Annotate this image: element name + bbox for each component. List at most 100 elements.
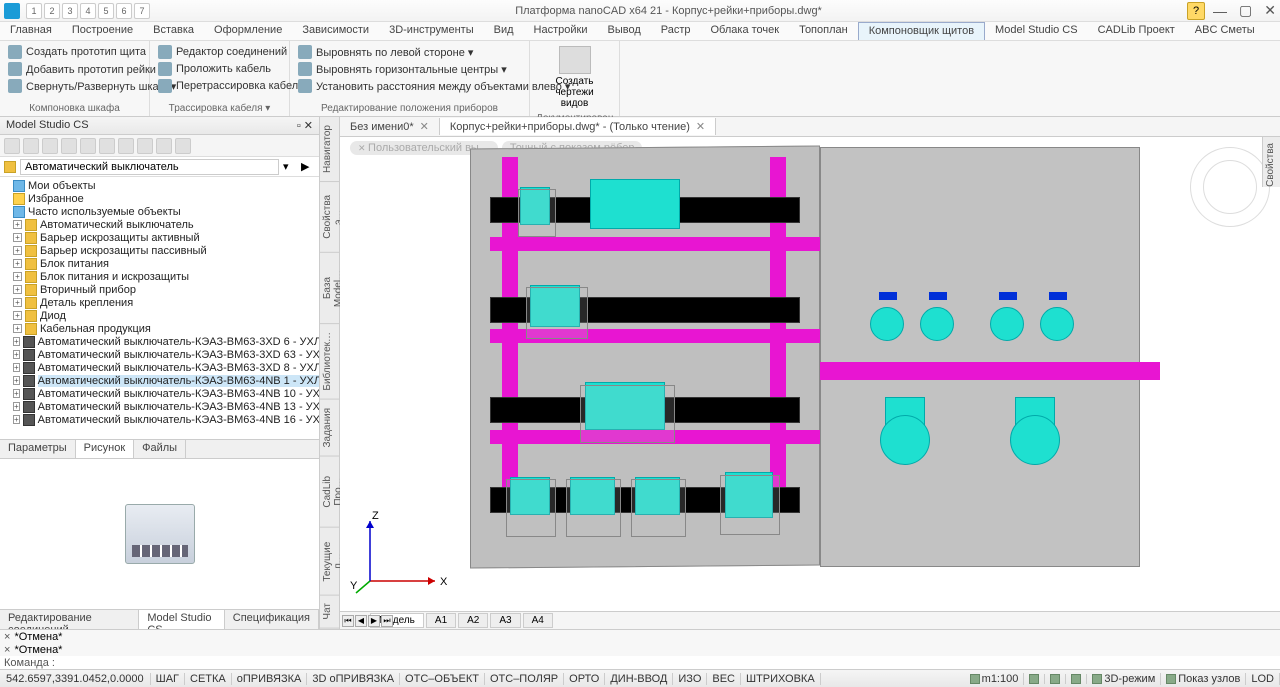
tree-node[interactable]: +Вторичный прибор <box>2 283 317 296</box>
tree-node[interactable]: +Диод <box>2 309 317 322</box>
tree-node[interactable]: +Барьер искрозащиты активный <box>2 231 317 244</box>
retrace-cables-button[interactable]: Перетрассировка кабелей <box>156 78 283 94</box>
status-toggle[interactable]: ОТС–ПОЛЯР <box>485 673 564 685</box>
3d-viewport[interactable]: ✕ Пользовательский вы… Точный с показом … <box>340 137 1280 611</box>
qat-btn[interactable]: 3 <box>62 3 78 19</box>
close-tab-icon[interactable]: ✕ <box>420 120 429 133</box>
property-tab[interactable]: Параметры <box>0 440 76 458</box>
tree-node[interactable]: +Барьер искрозащиты пассивный <box>2 244 317 257</box>
toolbar-button[interactable] <box>118 138 134 154</box>
properties-vtab[interactable]: Свойства <box>1262 137 1280 187</box>
ribbon-tab[interactable]: Оформление <box>204 22 292 40</box>
tab-nav-next[interactable]: ▶ <box>368 615 380 627</box>
toolbar-button[interactable] <box>137 138 153 154</box>
ribbon-tab[interactable]: ABC Сметы <box>1185 22 1265 40</box>
tree-node[interactable]: +Автоматический выключатель-КЭАЗ-ВМ63-4N… <box>2 400 317 413</box>
qat-btn[interactable]: 1 <box>26 3 42 19</box>
status-toggle[interactable]: оПРИВЯЗКА <box>232 673 308 685</box>
property-tab[interactable]: Файлы <box>134 440 186 458</box>
collapse-expand-button[interactable]: Свернуть/Развернуть шкаф ▾ <box>6 78 143 94</box>
status-toggle[interactable]: ШАГ <box>151 673 185 685</box>
qat-btn[interactable]: 4 <box>80 3 96 19</box>
toolbar-button[interactable] <box>61 138 77 154</box>
route-cable-button[interactable]: Проложить кабель <box>156 61 283 77</box>
toolbar-button[interactable] <box>175 138 191 154</box>
show-nodes-button[interactable]: Показ узлов <box>1161 673 1246 685</box>
close-button[interactable]: ✕ <box>1264 2 1276 19</box>
search-options-button[interactable]: ▾ <box>283 160 297 174</box>
tab-nav-prev[interactable]: ◀ <box>355 615 367 627</box>
ribbon-tab[interactable]: 3D-инструменты <box>379 22 484 40</box>
mode-3d-button[interactable]: 3D-режим <box>1087 673 1161 685</box>
side-tab[interactable]: Текущие п… <box>320 528 339 596</box>
property-tab[interactable]: Рисунок <box>76 440 135 458</box>
help-button[interactable]: ? <box>1187 2 1205 20</box>
panel-tab[interactable]: Редактирование соединений <box>0 610 139 629</box>
connection-editor-button[interactable]: Редактор соединений <box>156 44 283 60</box>
status-toggle[interactable]: ОТС–ОБЪЕКТ <box>400 673 485 685</box>
status-icon[interactable] <box>1024 674 1045 684</box>
status-icon[interactable] <box>1066 674 1087 684</box>
add-rail-prototype-button[interactable]: Добавить прототип рейки ▾ <box>6 61 143 77</box>
side-tab[interactable]: CadLib Про… <box>320 456 339 528</box>
status-toggle[interactable]: ОРТО <box>564 673 605 685</box>
toolbar-button[interactable] <box>156 138 172 154</box>
qat-btn[interactable]: 2 <box>44 3 60 19</box>
tree-node[interactable]: +Автоматический выключатель-КЭАЗ-ВМ63-4N… <box>2 387 317 400</box>
toolbar-button[interactable] <box>80 138 96 154</box>
create-view-drawings-button[interactable]: Создать чертежи видов <box>536 44 613 111</box>
view-compass[interactable] <box>1190 147 1270 227</box>
ribbon-tab[interactable]: Вставка <box>143 22 204 40</box>
create-shield-prototype-button[interactable]: Создать прототип щита <box>6 44 143 60</box>
status-toggle[interactable]: ВЕС <box>707 673 741 685</box>
ribbon-tab[interactable]: Зависимости <box>292 22 379 40</box>
ribbon-tab[interactable]: Model Studio CS <box>985 22 1088 40</box>
align-left-button[interactable]: Выровнять по левой стороне ▾ <box>296 44 523 60</box>
status-toggle[interactable]: 3D оПРИВЯЗКА <box>307 673 400 685</box>
tree-node[interactable]: +Автоматический выключатель-КЭАЗ-ВМ63-4N… <box>2 413 317 426</box>
side-tab[interactable]: База Model… <box>320 253 339 324</box>
ribbon-tab[interactable]: Облака точек <box>701 22 790 40</box>
ribbon-tab[interactable]: Построение <box>62 22 143 40</box>
toolbar-button[interactable] <box>23 138 39 154</box>
qat-btn[interactable]: 7 <box>134 3 150 19</box>
panel-tab[interactable]: Спецификация <box>225 610 319 629</box>
tab-nav-last[interactable]: ⏭ <box>381 615 393 627</box>
ribbon-tab[interactable]: Вывод <box>597 22 650 40</box>
status-toggle[interactable]: СЕТКА <box>185 673 232 685</box>
distribute-left-button[interactable]: Установить расстояния между объектами вл… <box>296 78 523 94</box>
status-toggle[interactable]: ШТРИХОВКА <box>741 673 821 685</box>
close-tab-icon[interactable]: ✕ <box>696 120 705 133</box>
layout-tab[interactable]: A1 <box>426 613 456 628</box>
ribbon-tab[interactable]: Настройки <box>524 22 598 40</box>
tree-node[interactable]: +Автоматический выключатель-КЭАЗ-ВМ63-3Х… <box>2 348 317 361</box>
align-hcenter-button[interactable]: Выровнять горизонтальные центры ▾ <box>296 61 523 77</box>
search-go-button[interactable]: ▶ <box>301 160 315 174</box>
tree-node[interactable]: +Автоматический выключатель-КЭАЗ-ВМ63-3Х… <box>2 335 317 348</box>
tab-nav-first[interactable]: ⏮ <box>342 615 354 627</box>
object-tree[interactable]: Мои объектыИзбранноеЧасто используемые о… <box>0 177 319 439</box>
layout-tab[interactable]: A2 <box>458 613 488 628</box>
layout-tab[interactable]: A4 <box>523 613 553 628</box>
ribbon-tab[interactable]: Топоплан <box>789 22 858 40</box>
status-icon[interactable] <box>1045 674 1066 684</box>
qat-btn[interactable]: 6 <box>116 3 132 19</box>
panel-controls[interactable]: ▫ ✕ <box>297 119 313 132</box>
toolbar-button[interactable] <box>99 138 115 154</box>
toolbar-button[interactable] <box>4 138 20 154</box>
tree-node[interactable]: Мои объекты <box>2 179 317 192</box>
side-tab[interactable]: Навигатор <box>320 117 339 182</box>
maximize-button[interactable]: ▢ <box>1239 2 1252 19</box>
minimize-button[interactable]: — <box>1213 3 1227 19</box>
layout-tab[interactable]: A3 <box>490 613 520 628</box>
ribbon-tab[interactable]: Растр <box>651 22 701 40</box>
tree-node[interactable]: +Автоматический выключатель-КЭАЗ-ВМ63-3Х… <box>2 361 317 374</box>
side-tab[interactable]: Задания <box>320 400 339 457</box>
document-tab[interactable]: Корпус+рейки+приборы.dwg* - (Только чтен… <box>440 118 716 135</box>
panel-tab[interactable]: Model Studio CS <box>139 610 224 629</box>
toolbar-button[interactable] <box>42 138 58 154</box>
ribbon-tab[interactable]: CADLib Проект <box>1088 22 1185 40</box>
tree-node[interactable]: +Деталь крепления <box>2 296 317 309</box>
tree-node[interactable]: Избранное <box>2 192 317 205</box>
ribbon-tab[interactable]: Вид <box>484 22 524 40</box>
